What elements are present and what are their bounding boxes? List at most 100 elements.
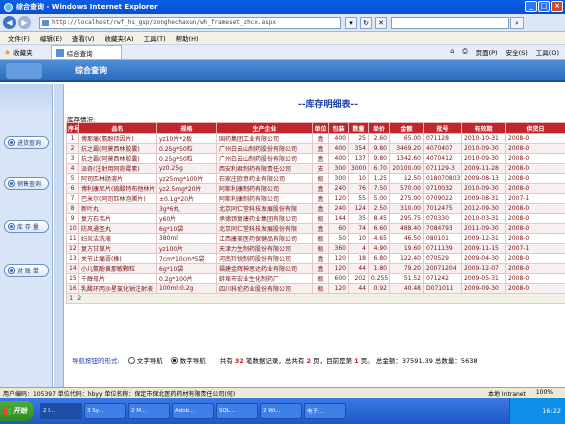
page-link[interactable]: 1 <box>69 294 73 302</box>
table-cell: 盒 <box>312 143 329 154</box>
table-cell: 2008-0 <box>505 173 565 184</box>
table-cell: 2008-0 <box>505 213 565 224</box>
table-cell: 6.80 <box>368 253 390 264</box>
table-cell: 盒 <box>312 253 329 264</box>
tools-menu[interactable]: 工具(O) <box>536 47 559 57</box>
refresh-icon[interactable]: ↻ <box>360 16 372 29</box>
dropdown-icon[interactable]: ▾ <box>345 16 357 29</box>
table-cell: 4 <box>348 243 369 254</box>
taskbar-item[interactable]: 2 M... <box>128 403 170 419</box>
table-cell: 7.50 <box>368 183 390 194</box>
table-cell: 0710032 <box>423 183 462 194</box>
start-button[interactable]: 开始 <box>0 401 34 421</box>
stop-icon[interactable]: ✕ <box>375 16 387 29</box>
text-nav-radio[interactable]: 文字导航 <box>127 355 163 365</box>
table-cell: 国药集团工业有限公司 <box>216 133 313 144</box>
table-cell: 300 <box>328 163 349 174</box>
tab-zonghechaxun[interactable]: 综合查询 <box>50 45 122 59</box>
table-cell: 博那痛(氨酚待因片) <box>78 133 157 144</box>
search-icon[interactable]: ⌕ <box>510 16 524 29</box>
column-header: 序号 <box>66 122 79 134</box>
table-cell: 071129-3 <box>423 163 462 174</box>
table-cell: 600 <box>328 273 349 284</box>
table-cell: 2.60 <box>368 133 390 144</box>
column-header: 品名 <box>78 122 157 134</box>
table-cell: 46.50 <box>389 233 424 244</box>
back-button[interactable]: ◀ <box>3 16 16 29</box>
table-cell: 阿斯利康制药有限公司 <box>216 193 313 204</box>
sidebar-item-purchase-query[interactable]: 进货查询 <box>4 136 49 149</box>
favorites-label: 收藏夹 <box>13 49 33 57</box>
sidebar-item-stock[interactable]: 库 存 量 <box>4 220 49 233</box>
page-menu[interactable]: 页面(P) <box>476 47 498 57</box>
table-cell: 0.255 <box>368 273 390 284</box>
report-footer: 导航按钮的形式: 文字导航 数字导航 共有 32 笔数据记录，总共有 2 页，目… <box>64 353 565 367</box>
maximize-button[interactable]: □ <box>538 1 550 12</box>
table-cell: yz0.25g <box>156 163 217 174</box>
menu-help[interactable]: 帮助(H) <box>176 33 199 43</box>
sidebar-item-sales-query[interactable]: 销售查询 <box>4 177 49 190</box>
table-cell: 100ml:0.2g <box>156 283 217 294</box>
table-cell: 070529 <box>423 253 462 264</box>
table-cell: 080101 <box>423 233 462 244</box>
menu-favorites[interactable]: 收藏夹(A) <box>105 33 134 43</box>
table-cell: 354 <box>348 143 369 154</box>
table-row: 13 关节止痛膏(橡) 7cm*10cm*5袋 河南羚锐制药股份有限公司盒 120 18 6… <box>66 253 565 264</box>
table-cell: 2008-0 <box>505 163 565 174</box>
menu-file[interactable]: 文件(F) <box>8 33 30 43</box>
taskbar-item[interactable]: Adob... <box>172 403 214 419</box>
print-icon[interactable]: ⎙ <box>462 47 467 57</box>
table-cell: 瓶 <box>312 243 329 254</box>
bullet-icon <box>8 180 15 187</box>
table-cell: 2010-10-31 <box>461 133 506 144</box>
table-cell: 488.40 <box>389 223 424 234</box>
favorites-button[interactable]: ★ 收藏夹 <box>0 45 37 59</box>
table-cell: 2010-03-31 <box>461 213 506 224</box>
table-cell: 2008-0 <box>505 143 565 154</box>
menu-tools[interactable]: 工具(T) <box>144 33 166 43</box>
address-input[interactable]: http://localhost/rwf_hs_gsp/zonghechaxun… <box>39 16 341 29</box>
table-cell: 120 <box>328 193 349 204</box>
tab-label: 综合查询 <box>66 49 93 58</box>
table-cell: 10 <box>66 223 79 234</box>
page-link[interactable]: 2 <box>77 294 81 302</box>
taskbar-item[interactable]: 电子... <box>304 403 346 419</box>
zoom-control[interactable]: 100% <box>536 389 553 398</box>
taskbar-item[interactable]: SQL... <box>216 403 258 419</box>
table-cell: 盒 <box>312 263 329 274</box>
search-input[interactable] <box>391 16 509 29</box>
home-icon[interactable]: ⌂ <box>450 47 454 57</box>
close-button[interactable]: × <box>551 1 563 12</box>
table-cell: 妇炎洁洗液 <box>78 233 157 244</box>
menu-view[interactable]: 查看(V) <box>72 33 95 43</box>
table-cell: 千醇母片 <box>78 273 157 284</box>
window-titlebar: 综合查询 - Windows Internet Explorer _ □ × <box>0 0 565 14</box>
table-cell: 137 <box>348 153 369 164</box>
table-cell: 8.45 <box>368 213 390 224</box>
safety-menu[interactable]: 安全(S) <box>506 47 528 57</box>
pager-cell: 12 <box>66 293 565 304</box>
table-cell: 2009-05-31 <box>461 273 506 284</box>
forward-button[interactable]: ▶ <box>18 16 31 29</box>
number-nav-radio[interactable]: 数字导航 <box>170 355 206 365</box>
table-cell: 40.48 <box>389 283 424 294</box>
table-cell: 6 <box>66 183 79 194</box>
column-header: 金额 <box>389 122 424 134</box>
table-cell: 300 <box>328 173 349 184</box>
taskbar-item[interactable]: 2 Wi... <box>260 403 302 419</box>
menu-edit[interactable]: 编辑(E) <box>40 33 62 43</box>
table-cell: 400 <box>328 153 349 164</box>
table-cell: 8 <box>66 203 79 214</box>
table-cell: 120 <box>328 283 349 294</box>
taskbar-item[interactable]: 3 Sy... <box>84 403 126 419</box>
taskbar-item[interactable]: 2 I... <box>40 403 82 419</box>
table-row: 16 乳酸环丙沙星氯化钠注射液 100ml:0.2g 四川科伦药业股份有限公司瓶 120… <box>66 283 565 294</box>
column-header: 包装 <box>328 122 349 134</box>
table-row: 12 复方甘草片 yz100片 天津力生制药股份有限公司瓶 360 4 4.90 19.60 0… <box>66 243 565 254</box>
frame-splitter[interactable] <box>54 84 64 387</box>
table-cell: 18 <box>348 253 369 264</box>
minimize-button[interactable]: _ <box>525 1 537 12</box>
table-cell: yz100片 <box>156 243 217 254</box>
sidebar-item-statement[interactable]: 对 账 单 <box>4 264 49 277</box>
table-cell: 3000 <box>348 163 369 174</box>
